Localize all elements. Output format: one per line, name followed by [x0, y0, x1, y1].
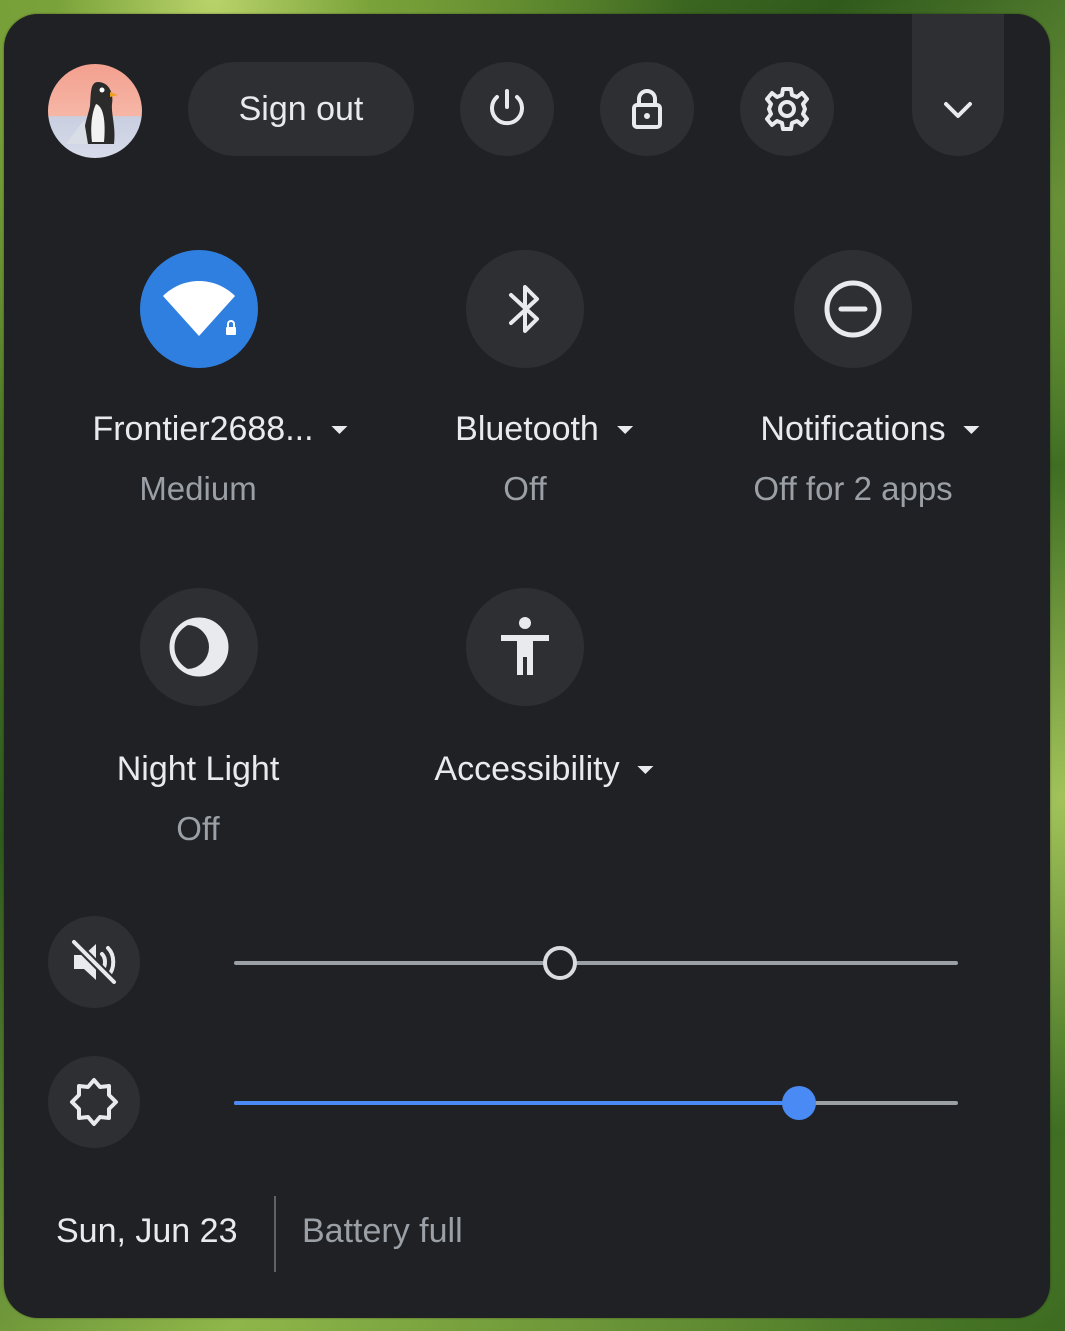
accessibility-toggle[interactable]: [466, 588, 584, 706]
date-label[interactable]: Sun, Jun 23: [56, 1212, 237, 1251]
bluetooth-name: Bluetooth: [455, 410, 599, 448]
wifi-locked-icon: [163, 281, 239, 336]
bluetooth-status: Off: [503, 470, 547, 507]
brightness-button[interactable]: [48, 1056, 140, 1148]
notifications-name: Notifications: [760, 410, 946, 448]
brightness-slider-thumb[interactable]: [781, 1086, 816, 1120]
network-status: Medium: [139, 470, 257, 507]
accessibility-label[interactable]: Accessibility: [434, 750, 654, 789]
footer-divider: [274, 1196, 276, 1272]
settings-icon: [765, 87, 809, 131]
bluetooth-dropdown-icon: [616, 425, 633, 434]
power-button[interactable]: [460, 62, 554, 156]
battery-status: Battery full: [302, 1212, 463, 1250]
night-light-status: Off: [176, 810, 220, 847]
night-light-toggle[interactable]: [140, 588, 258, 706]
volume-slider[interactable]: [234, 946, 958, 980]
bluetooth-icon: [509, 285, 539, 333]
notifications-status: Off for 2 apps: [753, 470, 953, 507]
power-icon: [490, 89, 524, 126]
night-light-label[interactable]: Night Light: [117, 750, 280, 789]
brightness-icon: [70, 1078, 118, 1126]
lock-button[interactable]: [600, 62, 694, 156]
lock-icon: [632, 89, 662, 129]
penguin-avatar-icon: [66, 82, 118, 144]
accessibility-name: Accessibility: [434, 750, 620, 788]
chevron-down-icon: [944, 102, 972, 118]
sign-out-button[interactable]: Sign out: [188, 62, 414, 156]
do-not-disturb-icon: [824, 280, 882, 338]
notifications-toggle[interactable]: [794, 250, 912, 368]
volume-mute-button[interactable]: [48, 916, 140, 1008]
settings-button[interactable]: [740, 62, 834, 156]
night-light-icon: [167, 617, 229, 677]
bluetooth-label[interactable]: Bluetooth: [455, 410, 633, 449]
accessibility-icon: [501, 617, 549, 675]
brightness-slider[interactable]: [234, 1086, 958, 1120]
accessibility-dropdown-icon: [637, 765, 654, 774]
notifications-dropdown-icon: [963, 425, 980, 434]
bluetooth-toggle[interactable]: [466, 250, 584, 368]
volume-muted-icon: [70, 938, 118, 986]
volume-slider-thumb[interactable]: [542, 946, 577, 980]
network-toggle[interactable]: [140, 250, 258, 368]
quick-settings-panel: Sign out Frontier2688... Medium Bluetoot…: [4, 14, 1050, 1318]
brightness-slider-fill: [234, 1101, 799, 1105]
network-label[interactable]: Frontier2688...: [92, 410, 348, 449]
network-name: Frontier2688...: [92, 410, 314, 448]
user-avatar[interactable]: [48, 64, 142, 158]
night-light-name: Night Light: [116, 750, 280, 788]
notifications-label[interactable]: Notifications: [760, 410, 980, 449]
network-dropdown-icon: [331, 425, 348, 434]
collapse-button[interactable]: [912, 14, 1004, 156]
